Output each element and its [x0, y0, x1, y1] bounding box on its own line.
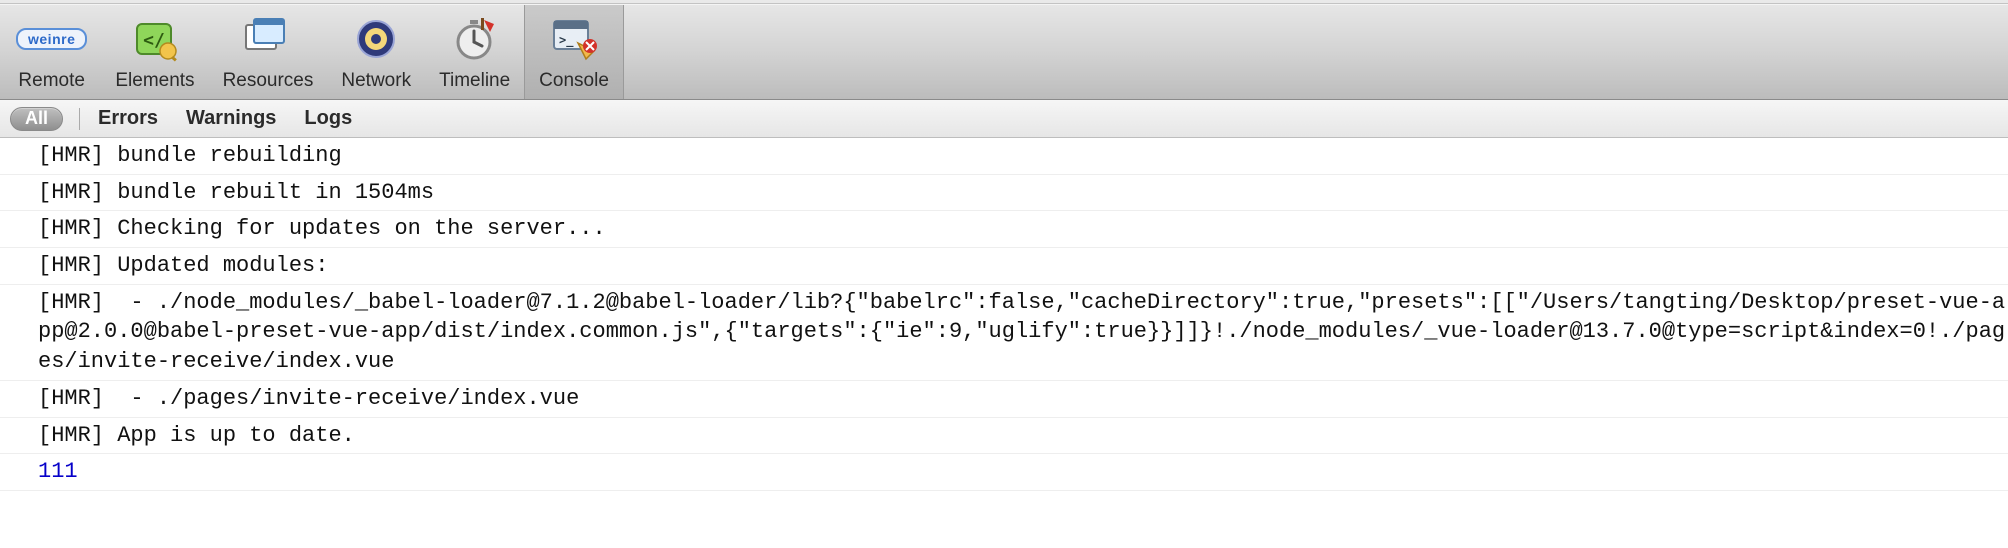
filter-separator [79, 108, 80, 130]
console-filter-bar: All Errors Warnings Logs [0, 100, 2008, 138]
resources-icon [240, 15, 296, 63]
console-log-line: [HMR] - ./node_modules/_babel-loader@7.1… [0, 285, 2008, 381]
tab-console-label: Console [539, 68, 609, 95]
main-toolbar: weinre Remote </ Elements Resources [0, 4, 2008, 100]
console-log-line: [HMR] bundle rebuilding [0, 138, 2008, 175]
tab-network-label: Network [341, 68, 411, 95]
tab-remote[interactable]: weinre Remote [2, 5, 101, 99]
console-log-line: [HMR] Checking for updates on the server… [0, 211, 2008, 248]
console-log-line: [HMR] bundle rebuilt in 1504ms [0, 175, 2008, 212]
weinre-badge-icon: weinre [16, 28, 87, 50]
filter-warnings-button[interactable]: Warnings [186, 107, 276, 130]
tab-remote-label: Remote [18, 68, 85, 95]
console-log-line: 111 [0, 454, 2008, 491]
tab-console[interactable]: >_ Console [524, 5, 624, 99]
tab-network[interactable]: Network [327, 5, 425, 99]
svg-text:>_: >_ [559, 33, 574, 48]
filter-errors-button[interactable]: Errors [98, 107, 158, 130]
console-log-line: [HMR] Updated modules: [0, 248, 2008, 285]
filter-all-button[interactable]: All [10, 107, 63, 131]
tab-timeline-label: Timeline [439, 68, 510, 95]
elements-icon: </ [131, 16, 179, 62]
tab-resources[interactable]: Resources [209, 5, 328, 99]
filter-logs-button[interactable]: Logs [304, 107, 352, 130]
console-log-line: [HMR] App is up to date. [0, 418, 2008, 455]
network-icon [352, 15, 400, 63]
timeline-icon [450, 14, 500, 64]
tab-resources-label: Resources [223, 68, 314, 95]
console-icon: >_ [548, 15, 600, 63]
tab-elements[interactable]: </ Elements [101, 5, 208, 99]
tab-elements-label: Elements [115, 68, 194, 95]
console-log-line: [HMR] - ./pages/invite-receive/index.vue [0, 381, 2008, 418]
tab-timeline[interactable]: Timeline [425, 5, 524, 99]
console-log-area[interactable]: [HMR] bundle rebuilding[HMR] bundle rebu… [0, 138, 2008, 491]
